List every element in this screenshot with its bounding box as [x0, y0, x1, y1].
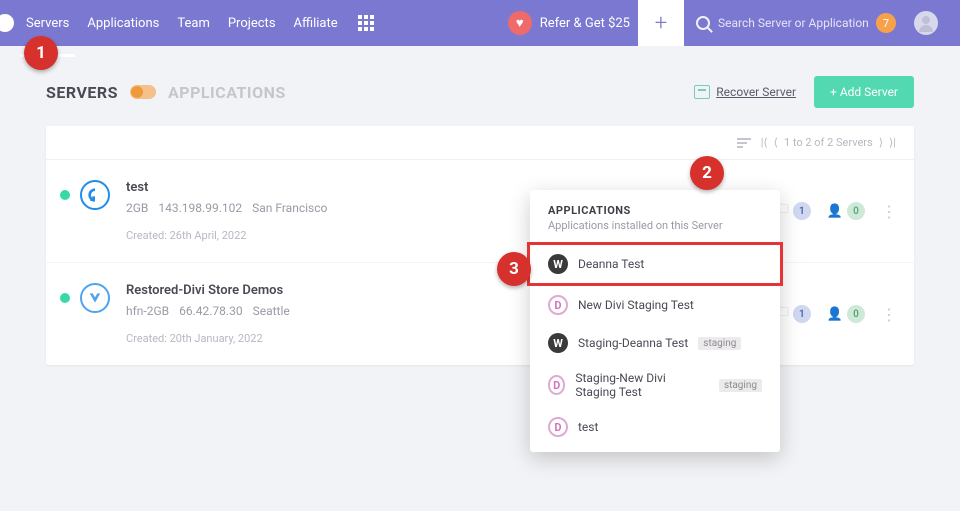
status-dot-icon — [60, 293, 70, 303]
heading-applications[interactable]: APPLICATIONS — [168, 83, 286, 102]
top-nav: Servers Applications Team Projects Affil… — [0, 0, 960, 46]
page-body: SERVERS APPLICATIONS Recover Server + Ad… — [0, 46, 960, 365]
provider-vultr-icon — [80, 283, 110, 313]
row-menu-icon[interactable]: ⋮ — [881, 305, 896, 324]
status-dot-icon — [60, 190, 70, 200]
refer-button[interactable]: ♥ Refer & Get $25 — [508, 11, 630, 35]
users-stat[interactable]: 👤 0 — [827, 305, 865, 323]
callout-3: 3 — [497, 252, 531, 286]
divi-icon: D — [548, 295, 568, 315]
nav-applications[interactable]: Applications — [87, 16, 159, 31]
popover-app-item[interactable]: D New Divi Staging Test — [530, 286, 780, 324]
users-stat[interactable]: 👤 0 — [827, 202, 865, 220]
projects-count: 1 — [793, 202, 811, 220]
server-row[interactable]: test 2GB 143.198.99.102 San Francisco Cr… — [46, 160, 914, 263]
person-icon: 👤 — [827, 204, 843, 219]
recover-icon — [694, 85, 710, 99]
add-server-button[interactable]: + Add Server — [814, 76, 914, 108]
pager-first-icon[interactable]: |⟨ — [761, 136, 768, 149]
users-count: 0 — [847, 202, 865, 220]
heading-servers: SERVERS — [46, 83, 118, 102]
app-label: Staging-New Divi Staging Test — [575, 371, 709, 399]
app-label: test — [578, 420, 598, 434]
server-size: 2GB — [126, 201, 148, 215]
server-size: hfn-2GB — [126, 304, 169, 318]
server-ip: 66.42.78.30 — [179, 304, 242, 318]
projects-count: 1 — [793, 305, 811, 323]
callout-1: 1 — [24, 36, 58, 70]
wordpress-icon: W — [548, 333, 568, 353]
nav-links: Servers Applications Team Projects Affil… — [26, 16, 338, 31]
divi-icon: D — [548, 417, 568, 437]
server-ip: 143.198.99.102 — [158, 201, 242, 215]
pager: |⟨ ⟨ 1 to 2 of 2 Servers ⟩ ⟩| — [761, 136, 896, 149]
add-button[interactable]: + — [638, 0, 684, 46]
nav-team[interactable]: Team — [177, 16, 210, 31]
server-location: San Francisco — [252, 201, 327, 215]
popover-app-item[interactable]: W Staging-Deanna Test staging — [530, 324, 780, 362]
staging-tag: staging — [698, 337, 741, 350]
projects-stat[interactable]: 🗀 1 — [776, 303, 811, 325]
notification-badge[interactable]: 7 — [876, 13, 896, 33]
projects-stat[interactable]: 🗀 1 — [776, 200, 811, 222]
nav-projects[interactable]: Projects — [228, 16, 276, 31]
app-label: Staging-Deanna Test — [578, 336, 688, 350]
app-label: Deanna Test — [578, 257, 644, 271]
brand-icon — [0, 14, 14, 32]
popover-app-item[interactable]: D test — [530, 408, 780, 446]
servers-panel: |⟨ ⟨ 1 to 2 of 2 Servers ⟩ ⟩| test 2GB 1… — [46, 126, 914, 365]
divi-icon: D — [548, 375, 565, 395]
server-row[interactable]: Restored-Divi Store Demos hfn-2GB 66.42.… — [46, 263, 914, 365]
refer-label: Refer & Get $25 — [540, 16, 630, 31]
heart-icon: ♥ — [508, 11, 532, 35]
search-area[interactable]: 7 — [684, 0, 960, 46]
sort-icon[interactable] — [737, 138, 751, 148]
apps-grid-icon[interactable] — [358, 15, 374, 31]
search-input[interactable] — [718, 16, 868, 30]
servers-apps-toggle[interactable] — [130, 85, 156, 99]
pager-prev-icon[interactable]: ⟨ — [774, 136, 778, 149]
nav-affiliate[interactable]: Affiliate — [294, 16, 338, 31]
callout-2: 2 — [690, 156, 724, 190]
popover-app-item[interactable]: W Deanna Test — [527, 242, 783, 286]
pager-next-icon[interactable]: ⟩ — [879, 136, 883, 149]
applications-popover: APPLICATIONS Applications installed on t… — [530, 190, 780, 452]
staging-tag: staging — [719, 379, 762, 392]
panel-toolbar: |⟨ ⟨ 1 to 2 of 2 Servers ⟩ ⟩| — [46, 126, 914, 160]
popover-subtitle: Applications installed on this Server — [530, 217, 780, 242]
server-stats: 🗀 1 👤 0 ⋮ — [776, 283, 896, 345]
person-icon: 👤 — [827, 307, 843, 322]
recover-label: Recover Server — [716, 85, 796, 99]
users-count: 0 — [847, 305, 865, 323]
row-menu-icon[interactable]: ⋮ — [881, 202, 896, 221]
popover-title: APPLICATIONS — [530, 204, 780, 217]
user-avatar-icon[interactable] — [914, 11, 938, 35]
provider-digitalocean-icon — [80, 180, 110, 210]
recover-server-link[interactable]: Recover Server — [694, 85, 796, 99]
server-location: Seattle — [253, 304, 290, 318]
pager-text: 1 to 2 of 2 Servers — [784, 136, 873, 149]
search-icon — [696, 16, 710, 30]
popover-app-item[interactable]: D Staging-New Divi Staging Test staging — [530, 362, 780, 408]
heading-row: SERVERS APPLICATIONS Recover Server + Ad… — [46, 76, 914, 108]
wordpress-icon: W — [548, 254, 568, 274]
app-label: New Divi Staging Test — [578, 298, 694, 312]
pager-last-icon[interactable]: ⟩| — [889, 136, 896, 149]
